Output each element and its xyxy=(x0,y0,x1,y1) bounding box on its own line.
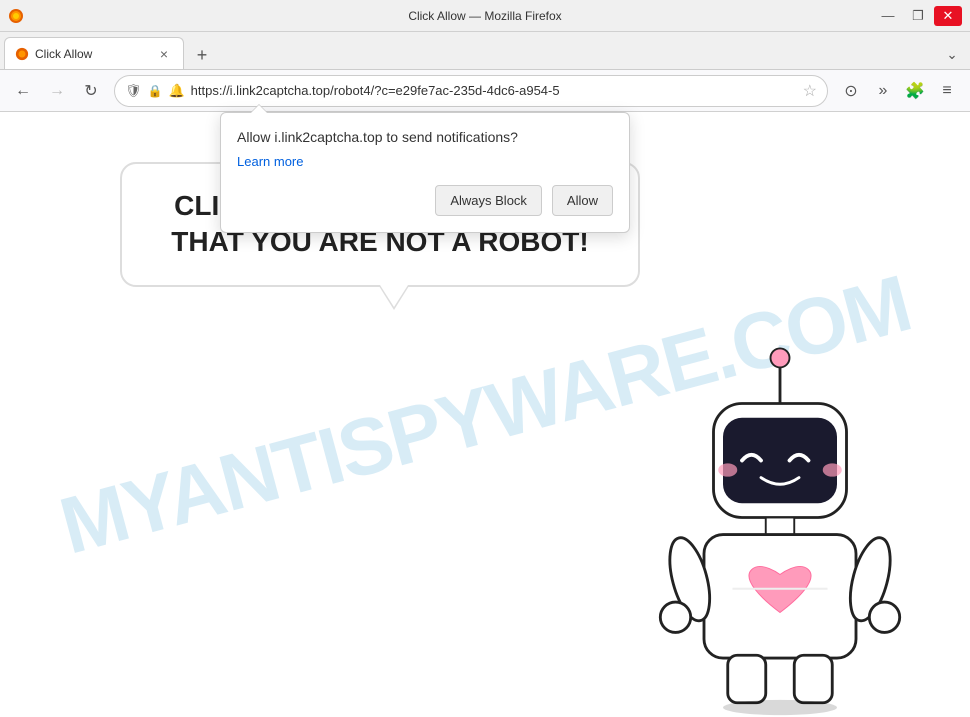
notification-icon: 🔔 xyxy=(168,83,184,99)
maximize-button[interactable]: ❐ xyxy=(904,6,932,26)
notification-popup: Allow i.link2captcha.top to send notific… xyxy=(220,112,630,233)
robot-character xyxy=(620,337,940,717)
tab-bar: Click Allow × + ⌄ xyxy=(0,32,970,70)
new-tab-button[interactable]: + xyxy=(188,41,216,69)
back-button[interactable]: ← xyxy=(8,76,38,106)
title-bar-controls: — ❐ ✕ xyxy=(874,6,962,26)
title-bar-left xyxy=(8,8,24,24)
url-bar[interactable]: 🛡 🔒 🔔 ☆ xyxy=(114,75,828,107)
popup-buttons: Always Block Allow xyxy=(237,185,613,216)
url-input[interactable] xyxy=(191,83,797,98)
robot-svg xyxy=(620,337,940,717)
shield-icon: 🛡 xyxy=(125,83,142,99)
lock-icon: 🔒 xyxy=(148,84,163,98)
minimize-button[interactable]: — xyxy=(874,6,902,26)
close-button[interactable]: ✕ xyxy=(934,6,962,26)
pocket-button[interactable]: ⊙ xyxy=(836,76,866,106)
reload-button[interactable]: ↻ xyxy=(76,76,106,106)
tab-favicon xyxy=(15,47,29,61)
nav-bar: ← → ↻ 🛡 🔒 🔔 ☆ ⊙ » 🧩 ≡ xyxy=(0,70,970,112)
bookmark-star-icon[interactable]: ☆ xyxy=(803,81,817,101)
more-tools-button[interactable]: » xyxy=(868,76,898,106)
allow-button[interactable]: Allow xyxy=(552,185,613,216)
nav-toolbar-right: ⊙ » 🧩 ≡ xyxy=(836,76,962,106)
forward-button[interactable]: → xyxy=(42,76,72,106)
active-tab[interactable]: Click Allow × xyxy=(4,37,184,69)
always-block-button[interactable]: Always Block xyxy=(435,185,542,216)
tab-close-button[interactable]: × xyxy=(155,45,173,63)
extensions-button[interactable]: 🧩 xyxy=(900,76,930,106)
menu-button[interactable]: ≡ xyxy=(932,76,962,106)
tab-title: Click Allow xyxy=(35,47,149,61)
tab-bar-right: ⌄ xyxy=(938,41,966,69)
title-bar: Click Allow — Mozilla Firefox — ❐ ✕ xyxy=(0,0,970,32)
firefox-icon xyxy=(8,8,24,24)
window-title: Click Allow — Mozilla Firefox xyxy=(408,9,561,23)
list-all-tabs-button[interactable]: ⌄ xyxy=(938,41,966,69)
learn-more-link[interactable]: Learn more xyxy=(237,154,303,169)
popup-title: Allow i.link2captcha.top to send notific… xyxy=(237,129,613,145)
